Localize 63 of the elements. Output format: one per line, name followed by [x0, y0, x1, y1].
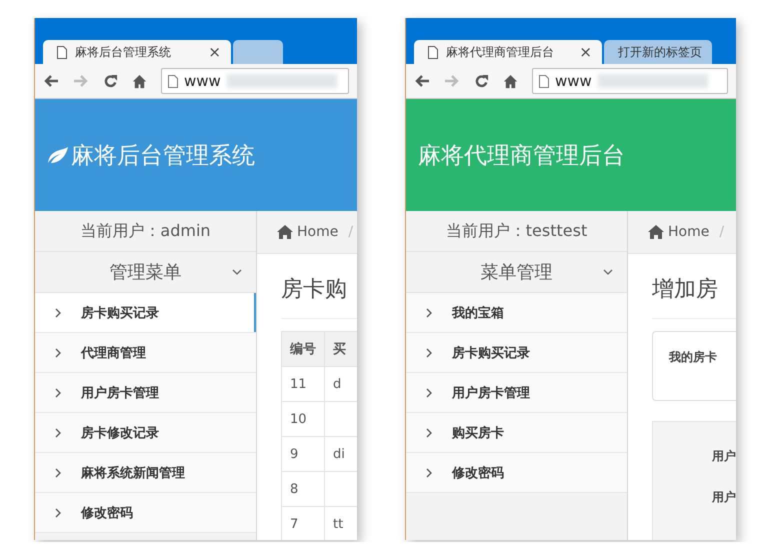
menu-item[interactable]: 代理商管理	[35, 333, 256, 373]
page-title: 增加房	[652, 274, 736, 319]
breadcrumb-separator: /	[719, 224, 724, 240]
current-user: 当前用户：testtest	[406, 211, 627, 252]
chevron-down-icon	[603, 269, 613, 275]
chevron-right-icon	[55, 348, 61, 358]
info-label: 我的房卡	[669, 350, 717, 364]
home-icon[interactable]	[503, 74, 518, 88]
back-icon[interactable]	[43, 74, 59, 88]
chevron-right-icon	[426, 388, 432, 398]
table-cell: 10	[282, 402, 324, 436]
menu-item[interactable]: 修改密码	[406, 453, 627, 493]
chevron-right-icon	[55, 388, 61, 398]
close-icon[interactable]: ×	[208, 43, 221, 61]
address-bar[interactable]: www	[532, 68, 728, 94]
form-label: 用户	[712, 448, 736, 465]
chevron-right-icon	[426, 348, 432, 358]
menu-item[interactable]: 修改密码	[35, 493, 256, 533]
chevron-right-icon	[426, 308, 432, 318]
menu-item[interactable]: 房卡购买记录	[406, 333, 627, 373]
browser-tab[interactable]: 麻将后台管理系统 ×	[43, 40, 231, 64]
reload-icon[interactable]	[474, 74, 489, 88]
menu-item[interactable]: 用户房卡管理	[35, 373, 256, 413]
browser-tab[interactable]: 打开新的标签页	[604, 40, 712, 64]
close-icon[interactable]: ×	[579, 43, 592, 61]
browser-tab[interactable]: 麻将代理商管理后台 ×	[414, 40, 602, 64]
page-icon	[539, 74, 549, 88]
column-header: 买	[324, 332, 357, 366]
breadcrumb-separator: /	[348, 224, 354, 240]
site-title: 麻将后台管理系统	[71, 142, 255, 170]
menu-item[interactable]: 我的宝箱	[406, 293, 627, 333]
current-user: 当前用户：admin	[35, 211, 256, 252]
address-bar[interactable]: www	[161, 68, 349, 94]
menu-item[interactable]: 房卡修改记录	[35, 413, 256, 453]
home-icon[interactable]	[132, 74, 147, 88]
breadcrumb-link[interactable]: Home	[668, 224, 710, 240]
menu-item[interactable]: 购买房卡	[406, 413, 627, 453]
back-icon[interactable]	[414, 74, 430, 88]
table-cell: 8	[282, 472, 324, 506]
page-title: 房卡购	[281, 274, 357, 319]
reload-icon[interactable]	[103, 74, 118, 88]
page-icon	[428, 46, 438, 58]
site-title: 麻将代理商管理后台	[418, 142, 625, 170]
page-icon	[57, 46, 67, 58]
form-label: 用户	[712, 489, 736, 506]
chevron-right-icon	[55, 508, 61, 518]
menu-item[interactable]: 房卡购买记录	[35, 293, 256, 333]
breadcrumb-link[interactable]: Home	[297, 224, 338, 240]
menu-item[interactable]: 用户房卡管理	[406, 373, 627, 413]
home-icon	[648, 225, 664, 239]
menu-item[interactable]: 麻将系统新闻管理	[35, 453, 256, 493]
page-icon	[168, 74, 178, 88]
chevron-right-icon	[426, 468, 432, 478]
table-cell: 7	[282, 506, 324, 540]
chevron-down-icon	[232, 269, 242, 275]
chevron-right-icon	[55, 428, 61, 438]
table-cell: 9	[282, 436, 324, 472]
chevron-right-icon	[55, 468, 61, 478]
chevron-right-icon	[55, 308, 61, 318]
chevron-right-icon	[426, 428, 432, 438]
column-header: 编号	[282, 332, 324, 366]
home-icon	[277, 225, 293, 239]
table-cell: 11	[282, 366, 324, 402]
